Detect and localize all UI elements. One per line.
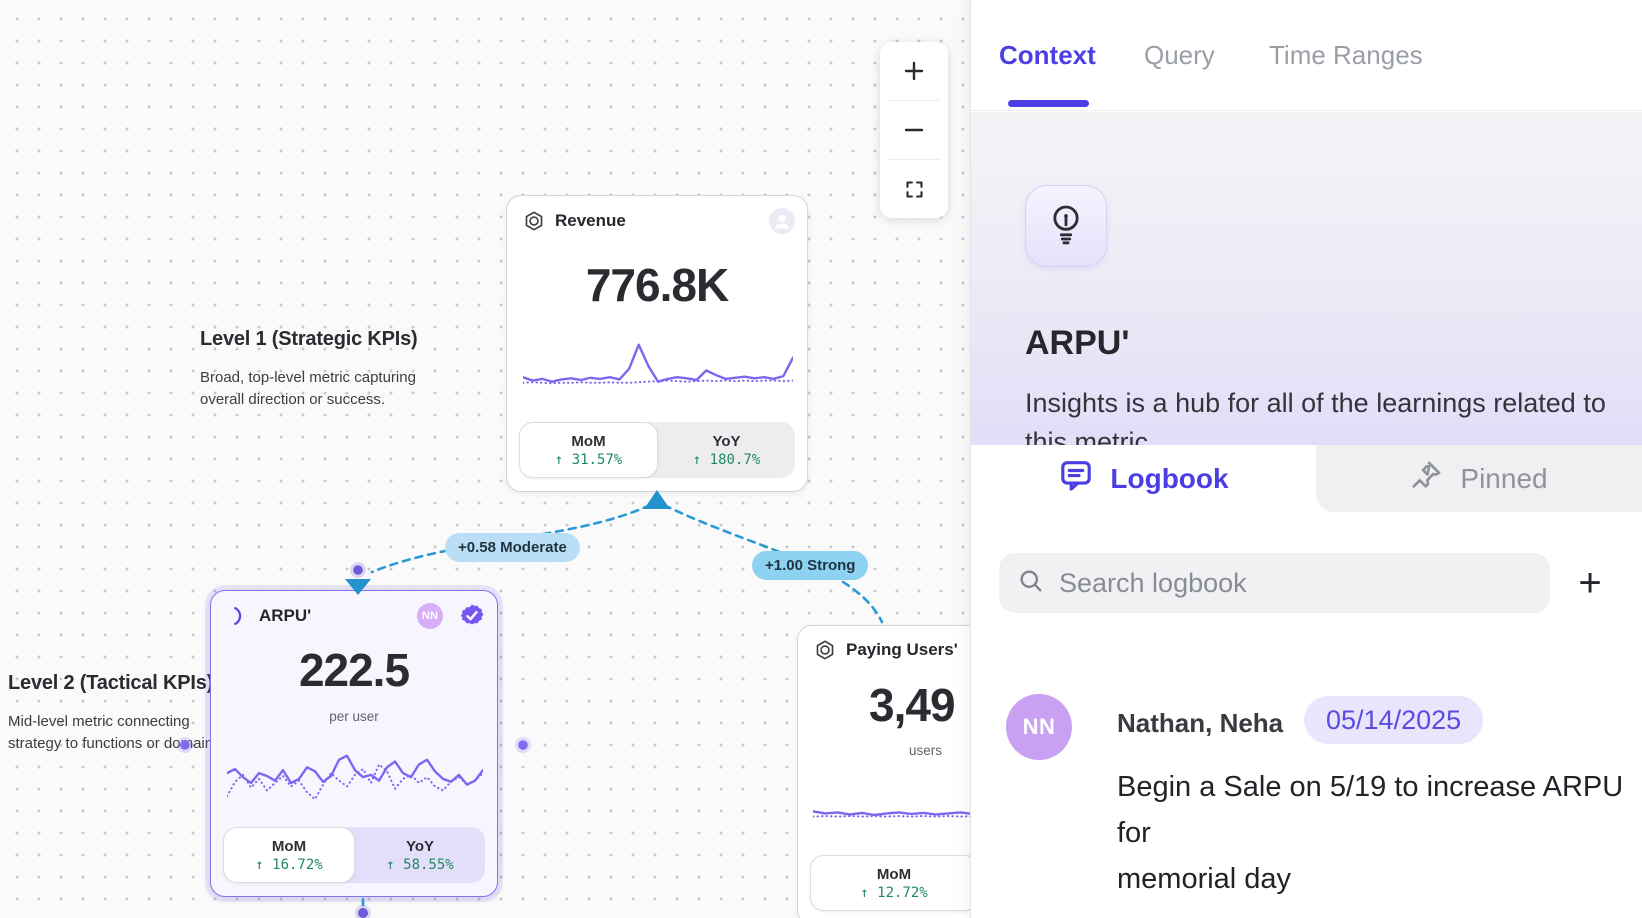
add-log-entry-button[interactable]: + xyxy=(1560,553,1620,613)
yoy-stat[interactable]: YoY ↑ 180.7% xyxy=(658,422,795,478)
metric-value: 222.5 xyxy=(211,643,497,697)
metric-unit: users xyxy=(909,743,942,758)
zoom-out-button[interactable] xyxy=(880,101,948,159)
tab-logbook[interactable]: Logbook xyxy=(971,445,1316,512)
author-avatar: NN xyxy=(1006,694,1072,760)
logbook-tab-bar: Logbook Pinned xyxy=(971,445,1642,512)
correlation-label-strong: +1.00 Strong xyxy=(752,551,868,580)
tab-time-ranges[interactable]: Time Ranges xyxy=(1269,0,1423,111)
level1-desc-line1: Broad, top-level metric capturing xyxy=(200,369,416,386)
logbook-chat-icon xyxy=(1058,457,1094,500)
correlation-label-moderate: +0.58 Moderate xyxy=(445,533,580,562)
search-input[interactable] xyxy=(1059,568,1532,599)
tab-pinned[interactable]: Pinned xyxy=(1316,445,1642,512)
metric-header-section: ARPU' Insights is a hub for all of the l… xyxy=(971,112,1642,445)
card-stats-footer: MoM ↑ 31.57% YoY ↑ 180.7% xyxy=(519,422,795,478)
verified-badge-icon xyxy=(459,603,485,629)
connection-handle-dot xyxy=(353,565,363,575)
logbook-search[interactable] xyxy=(999,553,1550,613)
metric-unit: per user xyxy=(211,709,497,724)
mom-stat[interactable]: MoM ↑ 16.72% xyxy=(223,827,355,883)
hexagon-metric-icon xyxy=(813,638,837,662)
kpi-card-revenue[interactable]: Revenue 776.8K MoM ↑ 31.57% YoY ↑ 180.7% xyxy=(506,195,808,492)
lightbulb-icon xyxy=(1046,202,1086,251)
connection-handle-dot xyxy=(518,740,528,750)
tab-context[interactable]: Context xyxy=(999,0,1096,111)
pin-icon xyxy=(1410,458,1444,499)
zoom-in-button[interactable] xyxy=(880,42,948,100)
context-side-panel: Context Query Time Ranges ARPU' Insights… xyxy=(970,0,1642,918)
level1-title: Level 1 (Strategic KPIs) xyxy=(200,328,450,351)
owner-avatar-icon[interactable] xyxy=(769,208,795,234)
card-title: ARPU' xyxy=(259,606,408,626)
connection-handle-dot xyxy=(358,908,368,918)
level1-desc-line2: overall direction or success. xyxy=(200,391,385,408)
level2-desc-line2: strategy to functions or domains. xyxy=(8,735,225,752)
search-icon xyxy=(1017,567,1045,600)
canvas-zoom-controls xyxy=(880,42,948,218)
mom-stat[interactable]: MoM ↑ 12.72% xyxy=(810,855,978,911)
logbook-toolbar: + xyxy=(971,545,1642,615)
metric-title: ARPU' xyxy=(1025,324,1129,363)
crescent-metric-icon xyxy=(226,604,250,628)
entry-text: Begin a Sale on 5/19 to increase ARPU fo… xyxy=(1117,764,1642,902)
level2-desc-line1: Mid-level metric connecting xyxy=(8,713,190,730)
collaborator-badge[interactable]: NN xyxy=(417,603,443,629)
fit-view-button[interactable] xyxy=(880,160,948,218)
sparkline-chart xyxy=(227,747,483,805)
card-title: Revenue xyxy=(555,211,760,231)
mom-stat[interactable]: MoM ↑ 31.57% xyxy=(519,422,658,478)
metric-value: 3,49 xyxy=(869,678,955,732)
sparkline-chart xyxy=(523,338,793,394)
metric-value: 776.8K xyxy=(507,258,807,312)
author-name: Nathan, Neha xyxy=(1117,708,1283,739)
edge-arrow-up xyxy=(644,490,670,509)
entry-date-badge: 05/14/2025 xyxy=(1304,696,1483,744)
level1-annotation: Level 1 (Strategic KPIs) Broad, top-leve… xyxy=(200,328,450,411)
yoy-stat[interactable]: YoY ↑ 58.55% xyxy=(355,827,485,883)
hexagon-metric-icon xyxy=(522,209,546,233)
active-tab-underline xyxy=(1008,100,1089,107)
metric-tree-canvas[interactable]: Level 1 (Strategic KPIs) Broad, top-leve… xyxy=(0,0,970,918)
tab-query[interactable]: Query xyxy=(1144,0,1215,111)
panel-tab-bar: Context Query Time Ranges xyxy=(971,0,1642,111)
kpi-card-arpu[interactable]: ARPU' NN 222.5 per user MoM ↑ 16.72% YoY… xyxy=(210,590,498,897)
insight-tile xyxy=(1025,185,1107,267)
card-stats-footer: MoM ↑ 16.72% YoY ↑ 58.55% xyxy=(223,827,485,883)
